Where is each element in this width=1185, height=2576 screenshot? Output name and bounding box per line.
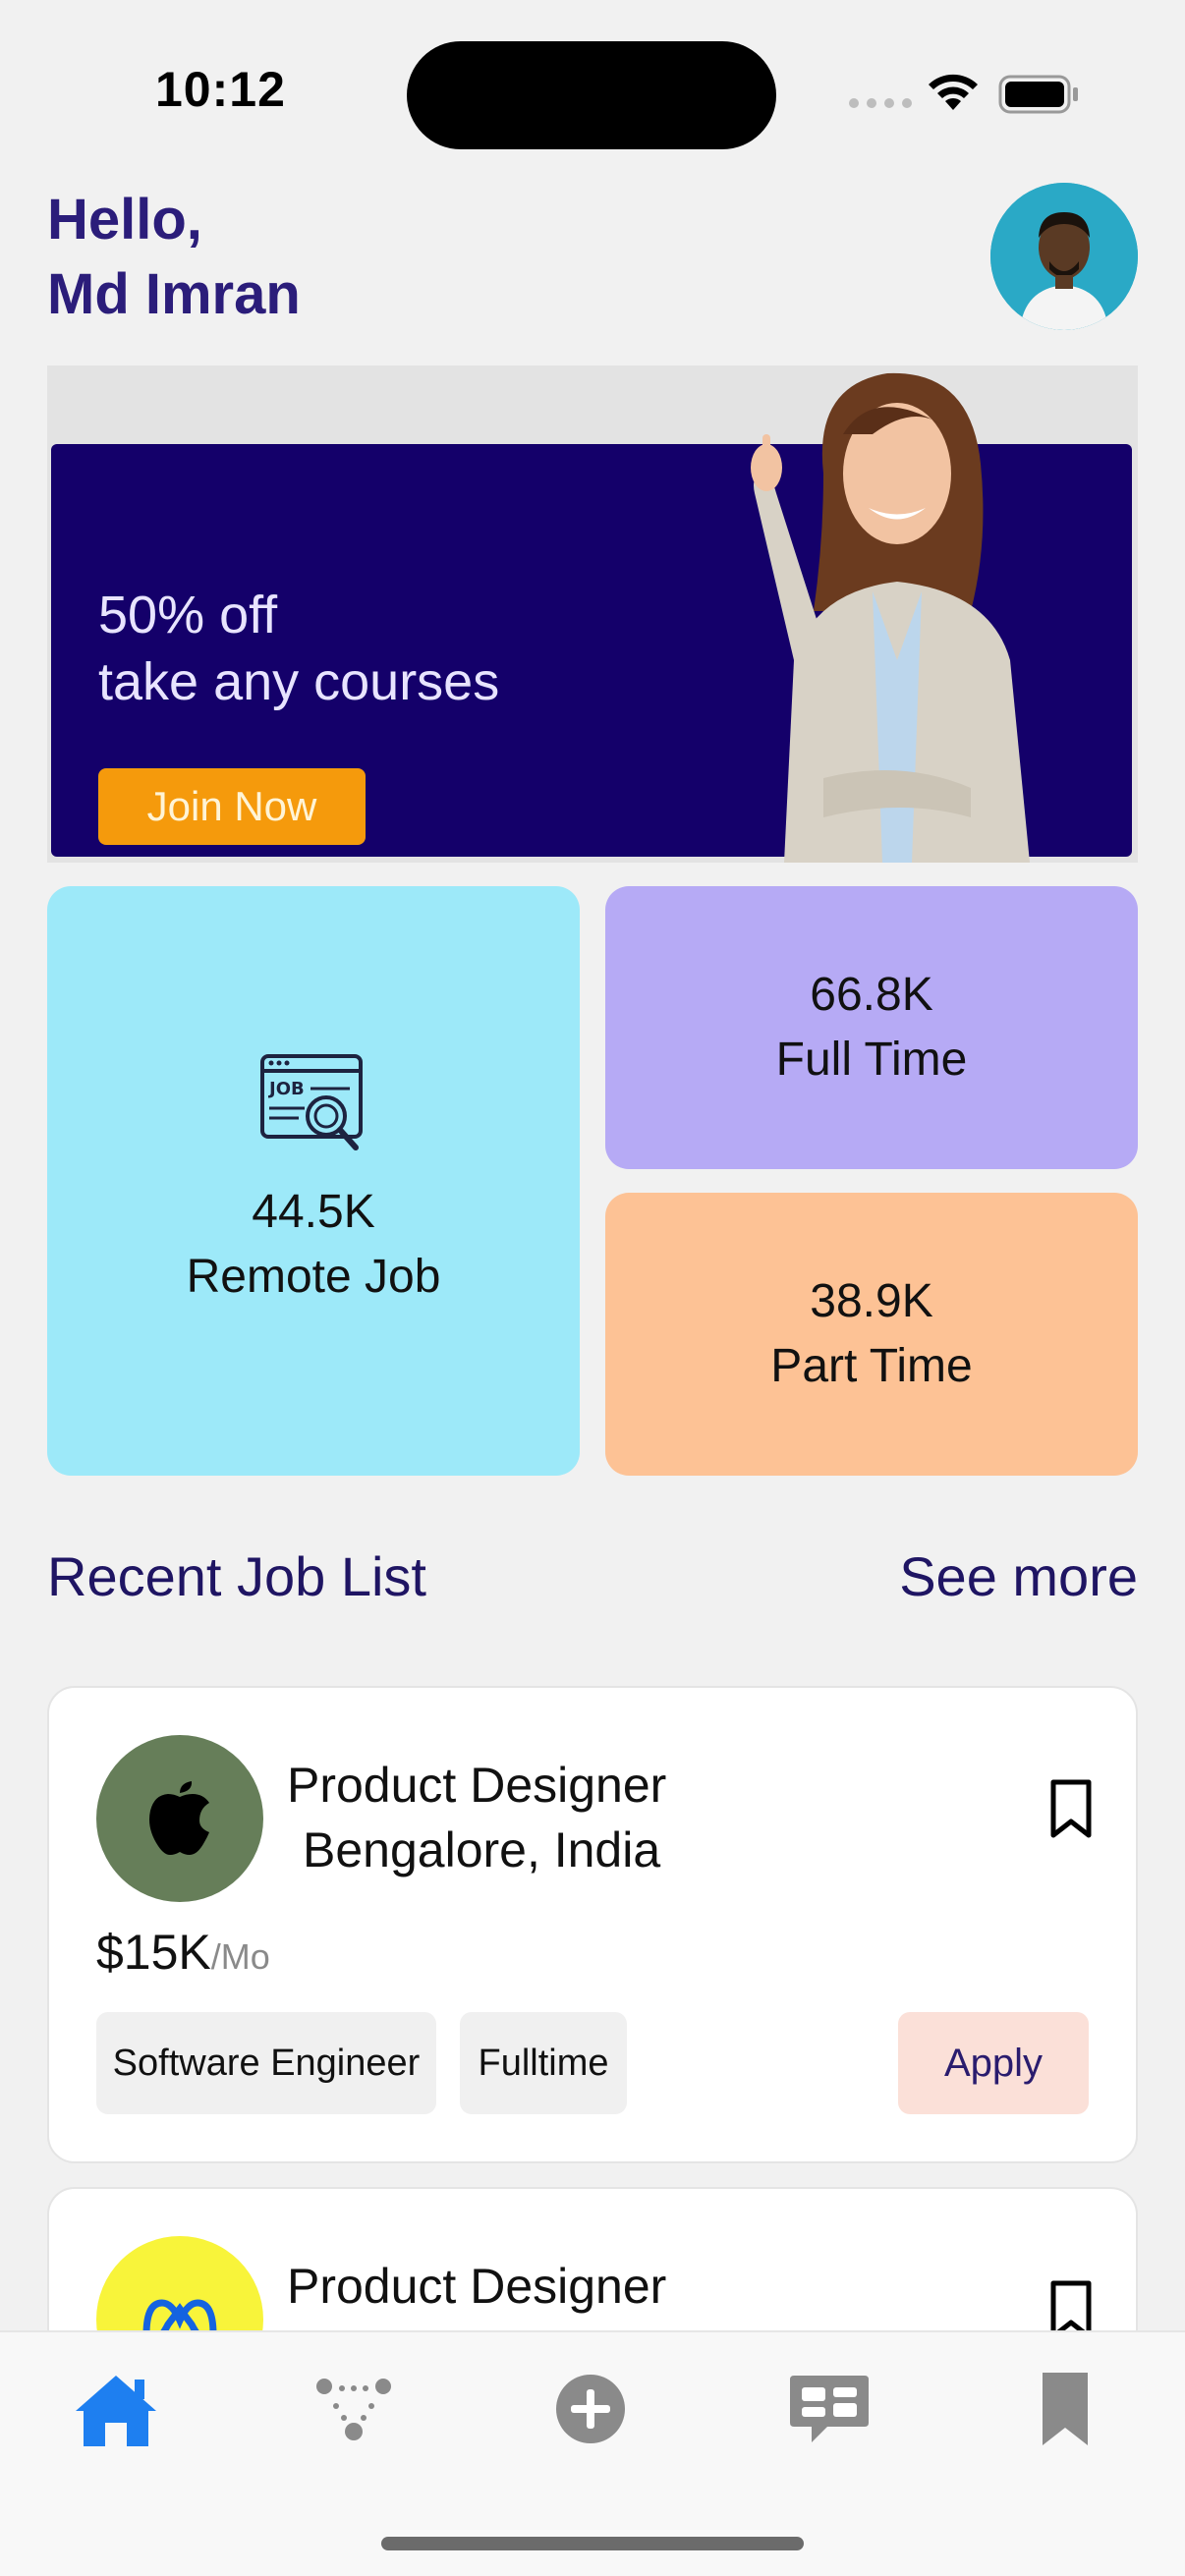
- promo-discount: 50% off: [98, 586, 278, 644]
- job-tag-type[interactable]: Fulltime: [460, 2012, 627, 2114]
- recent-job-list-title: Recent Job List: [47, 1545, 426, 1607]
- apply-button[interactable]: Apply: [898, 2012, 1089, 2114]
- job-title: Product Designer: [287, 1758, 667, 1813]
- promo-subtitle: take any courses: [98, 652, 500, 711]
- promo-banner[interactable]: 50% off take any courses Join Now: [47, 365, 1138, 863]
- apple-logo-icon: [96, 1735, 263, 1902]
- salary-period: /Mo: [210, 1936, 270, 1977]
- job-card[interactable]: Product Designer Bengalore, India $15K/M…: [47, 1686, 1138, 2163]
- promo-model-image: [751, 372, 1030, 863]
- remote-job-label: Remote Job: [186, 1250, 441, 1303]
- dynamic-island: [407, 41, 776, 149]
- part-time-label: Part Time: [770, 1340, 973, 1392]
- see-more-link[interactable]: See more: [899, 1544, 1138, 1608]
- user-name: Md Imran: [47, 262, 301, 326]
- home-indicator: [381, 2537, 804, 2550]
- messages-icon[interactable]: [770, 2350, 888, 2468]
- status-time: 10:12: [155, 62, 286, 117]
- job-location: Bengalore, India: [303, 1822, 661, 1877]
- network-icon[interactable]: [295, 2350, 413, 2468]
- wifi-icon: [926, 71, 981, 119]
- avatar[interactable]: [990, 183, 1138, 330]
- full-time-card[interactable]: 66.8K Full Time: [605, 886, 1138, 1169]
- battery-icon: [998, 73, 1081, 121]
- job-tag-role[interactable]: Software Engineer: [96, 2012, 436, 2114]
- status-bar: 10:12: [0, 0, 1185, 177]
- job-title: Product Designer: [287, 2259, 667, 2314]
- remote-job-count: 44.5K: [252, 1185, 375, 1238]
- full-time-label: Full Time: [775, 1034, 968, 1086]
- job-search-icon: JOB: [259, 1053, 367, 1160]
- promo-text: 50% off take any courses: [98, 582, 499, 715]
- home-screen: 10:12 Hello, Md Imran 50% off take any c…: [0, 0, 1185, 2576]
- salary-amount: $15K: [96, 1925, 211, 1980]
- job-salary: $15K/Mo: [96, 1924, 270, 1981]
- greeting-hello: Hello,: [47, 188, 202, 252]
- bookmark-icon[interactable]: [1049, 1778, 1093, 1844]
- add-icon[interactable]: [532, 2350, 649, 2468]
- remote-job-card[interactable]: JOB 44.5K Remote Job: [47, 886, 580, 1476]
- bookmark-icon[interactable]: [1006, 2350, 1124, 2468]
- home-icon[interactable]: [57, 2350, 175, 2468]
- part-time-card[interactable]: 38.9K Part Time: [605, 1193, 1138, 1476]
- greeting: Hello, Md Imran: [47, 183, 301, 332]
- full-time-count: 66.8K: [810, 969, 933, 1021]
- svg-text:JOB: JOB: [267, 1079, 305, 1099]
- cellular-signal-icon: [849, 98, 912, 108]
- join-now-button[interactable]: Join Now: [98, 768, 366, 845]
- part-time-count: 38.9K: [810, 1275, 933, 1327]
